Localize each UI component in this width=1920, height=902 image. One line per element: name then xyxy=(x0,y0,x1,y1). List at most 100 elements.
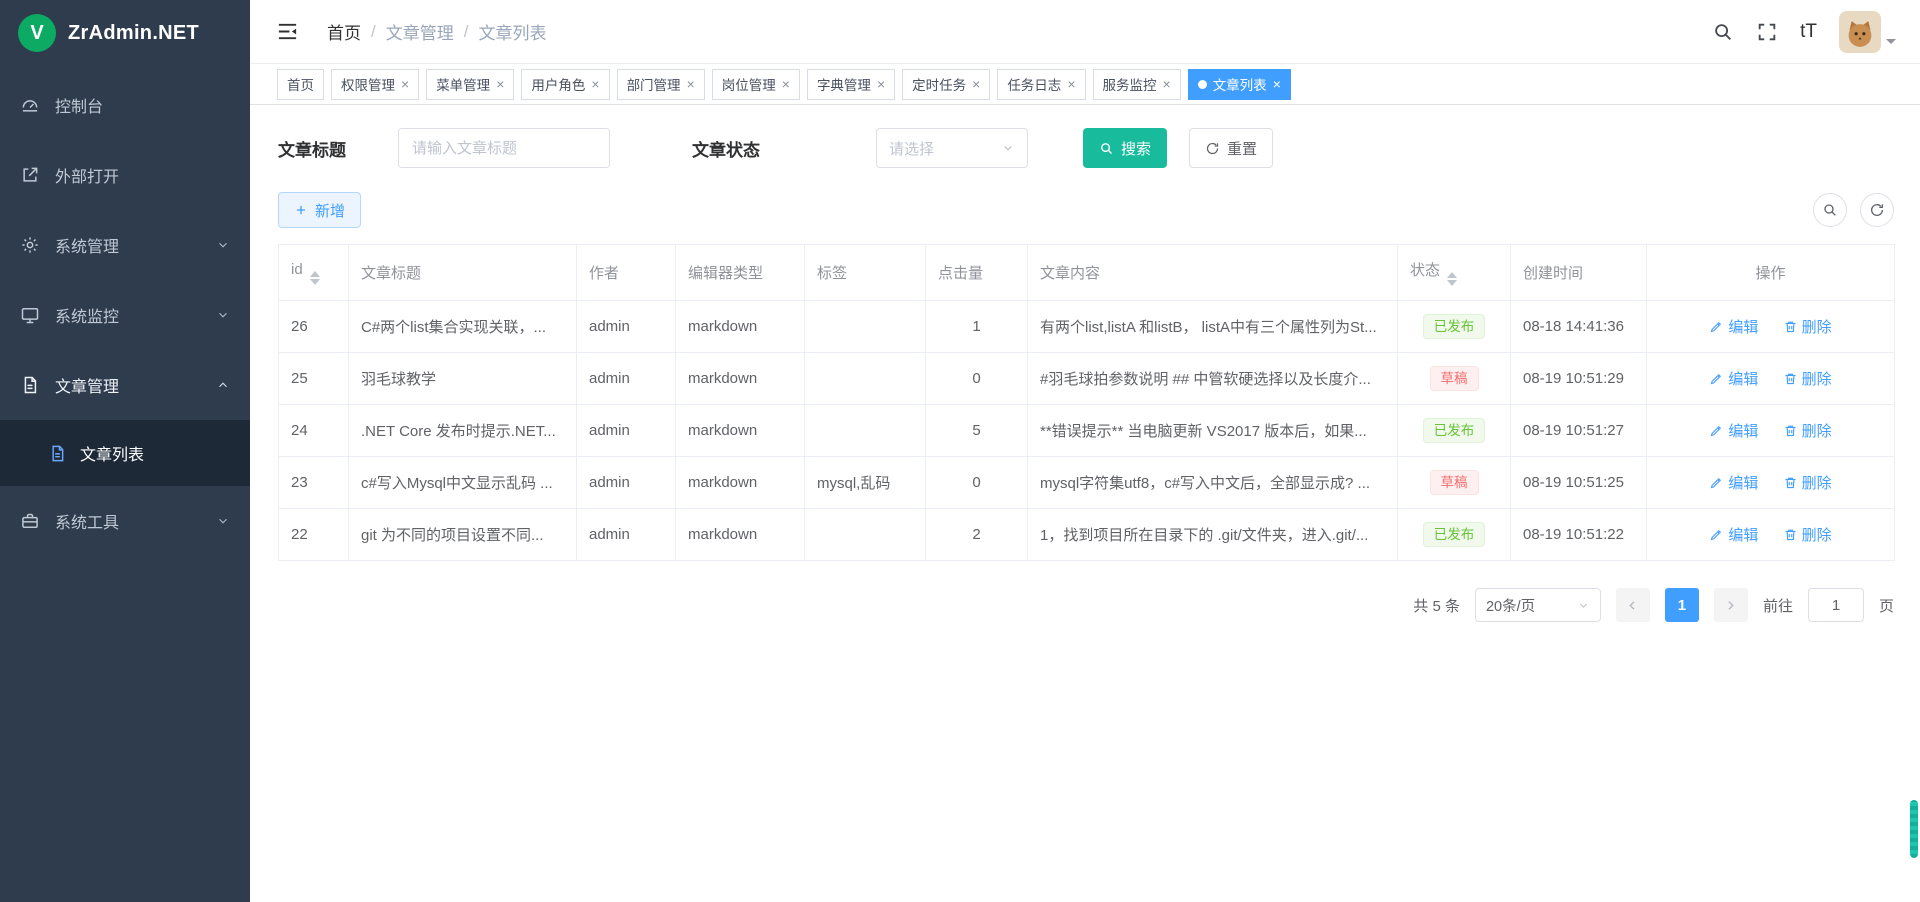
close-icon[interactable]: × xyxy=(687,77,695,91)
sidebar-item-system-management[interactable]: 系统管理 xyxy=(0,210,250,280)
chevron-down-icon xyxy=(216,514,230,528)
app-logo[interactable]: V ZrAdmin.NET xyxy=(0,0,250,66)
cell-content: mysql字符集utf8，c#写入中文后，全部显示成? ... xyxy=(1028,457,1398,509)
search-icon[interactable] xyxy=(1712,21,1734,43)
close-icon[interactable]: × xyxy=(1163,77,1171,91)
tab-label: 岗位管理 xyxy=(722,74,776,94)
breadcrumb-article-management[interactable]: 文章管理 xyxy=(386,19,454,44)
delete-button[interactable]: 删除 xyxy=(1783,368,1832,389)
breadcrumb: 首页 / 文章管理 / 文章列表 xyxy=(327,19,546,44)
tab-label: 部门管理 xyxy=(627,74,681,94)
column-header-status[interactable]: 状态 xyxy=(1398,245,1511,301)
next-page-button[interactable] xyxy=(1714,588,1748,622)
tab-user-role[interactable]: 用户角色 × xyxy=(521,69,609,100)
cell-tags xyxy=(805,353,926,405)
close-icon[interactable]: × xyxy=(1273,77,1281,91)
column-header-content: 文章内容 xyxy=(1028,245,1398,301)
toggle-search-button[interactable] xyxy=(1813,193,1847,227)
close-icon[interactable]: × xyxy=(877,77,885,91)
article-title-input[interactable] xyxy=(398,128,610,168)
goto-page-input[interactable] xyxy=(1808,588,1864,622)
sidebar-item-dashboard[interactable]: 控制台 xyxy=(0,70,250,140)
sidebar-subitem-article-list[interactable]: 文章列表 xyxy=(0,420,250,486)
breadcrumb-article-list[interactable]: 文章列表 xyxy=(478,19,546,44)
status-badge: 已发布 xyxy=(1423,522,1486,548)
caret-down-icon xyxy=(1886,39,1896,49)
edit-button[interactable]: 编辑 xyxy=(1709,420,1758,441)
sidebar-item-system-tools[interactable]: 系统工具 xyxy=(0,486,250,556)
cell-tags: mysql,乱码 xyxy=(805,457,926,509)
close-icon[interactable]: × xyxy=(782,77,790,91)
sidebar: V ZrAdmin.NET 控制台 外部打开 系统管理 xyxy=(0,0,250,902)
cell-editor: markdown xyxy=(676,509,805,561)
fullscreen-icon[interactable] xyxy=(1756,21,1778,43)
status-badge: 已发布 xyxy=(1423,314,1486,340)
close-icon[interactable]: × xyxy=(1067,77,1075,91)
delete-button[interactable]: 删除 xyxy=(1783,472,1832,493)
delete-button[interactable]: 删除 xyxy=(1783,524,1832,545)
tab-service-monitor[interactable]: 服务监控 × xyxy=(1093,69,1181,100)
cell-status: 已发布 xyxy=(1398,509,1511,561)
cell-editor: markdown xyxy=(676,405,805,457)
close-icon[interactable]: × xyxy=(972,77,980,91)
cell-tags xyxy=(805,301,926,353)
close-icon[interactable]: × xyxy=(591,77,599,91)
delete-button[interactable]: 删除 xyxy=(1783,316,1832,337)
user-menu[interactable] xyxy=(1839,11,1896,53)
delete-button[interactable]: 删除 xyxy=(1783,420,1832,441)
sidebar-item-article-management[interactable]: 文章管理 xyxy=(0,350,250,420)
close-icon[interactable]: × xyxy=(496,77,504,91)
cell-actions: 编辑 删除 xyxy=(1647,353,1895,405)
tab-label: 字典管理 xyxy=(817,74,871,94)
tab-article-list[interactable]: 文章列表 × xyxy=(1188,69,1291,100)
tab-label: 服务监控 xyxy=(1103,74,1157,94)
tab-scheduled-task[interactable]: 定时任务 × xyxy=(902,69,990,100)
font-size-icon[interactable]: tT xyxy=(1800,21,1817,43)
sidebar-item-external-open[interactable]: 外部打开 xyxy=(0,140,250,210)
cell-author: admin xyxy=(577,301,676,353)
sidebar-item-system-monitor[interactable]: 系统监控 xyxy=(0,280,250,350)
cell-status: 草稿 xyxy=(1398,353,1511,405)
reset-button[interactable]: 重置 xyxy=(1189,128,1273,168)
cell-created: 08-19 10:51:27 xyxy=(1511,405,1647,457)
cell-content: 有两个list,listA 和listB， listA中有三个属性列为St... xyxy=(1028,301,1398,353)
breadcrumb-home[interactable]: 首页 xyxy=(327,19,361,44)
tab-post[interactable]: 岗位管理 × xyxy=(712,69,800,100)
edit-button[interactable]: 编辑 xyxy=(1709,316,1758,337)
add-button[interactable]: 新增 xyxy=(278,192,361,228)
edit-button[interactable]: 编辑 xyxy=(1709,524,1758,545)
column-header-actions: 操作 xyxy=(1647,245,1895,301)
sidebar-collapse-icon[interactable] xyxy=(276,20,299,43)
sidebar-menu: 控制台 外部打开 系统管理 系统监控 xyxy=(0,66,250,556)
tab-task-log[interactable]: 任务日志 × xyxy=(997,69,1085,100)
sort-icon[interactable] xyxy=(1447,272,1457,286)
status-badge: 草稿 xyxy=(1430,470,1479,496)
column-header-editor-type: 编辑器类型 xyxy=(676,245,805,301)
app-title: ZrAdmin.NET xyxy=(68,22,199,45)
cell-author: admin xyxy=(577,457,676,509)
column-header-id[interactable]: id xyxy=(279,245,349,301)
toolbox-icon xyxy=(20,511,40,531)
page-size-select[interactable]: 20条/页 xyxy=(1475,588,1601,622)
tab-permission[interactable]: 权限管理 × xyxy=(331,69,419,100)
table-row: 25 羽毛球教学 admin markdown 0 #羽毛球拍参数说明 ## 中… xyxy=(279,353,1895,405)
document-icon xyxy=(48,444,67,463)
close-icon[interactable]: × xyxy=(401,77,409,91)
sort-icon[interactable] xyxy=(310,271,320,285)
tab-label: 菜单管理 xyxy=(436,74,490,94)
tab-dictionary[interactable]: 字典管理 × xyxy=(807,69,895,100)
edit-button[interactable]: 编辑 xyxy=(1709,368,1758,389)
tab-home[interactable]: 首页 xyxy=(277,69,324,100)
tab-menu[interactable]: 菜单管理 × xyxy=(426,69,514,100)
prev-page-button[interactable] xyxy=(1616,588,1650,622)
refresh-button[interactable] xyxy=(1860,193,1894,227)
tab-department[interactable]: 部门管理 × xyxy=(617,69,705,100)
page-number-1[interactable]: 1 xyxy=(1665,588,1699,622)
cell-created: 08-19 10:51:22 xyxy=(1511,509,1647,561)
article-status-select[interactable]: 请选择 xyxy=(876,128,1028,168)
edit-button[interactable]: 编辑 xyxy=(1709,472,1758,493)
search-button[interactable]: 搜索 xyxy=(1083,128,1167,168)
scrollbar-thumb[interactable] xyxy=(1910,800,1918,858)
cell-hits: 2 xyxy=(926,509,1028,561)
cell-tags xyxy=(805,405,926,457)
